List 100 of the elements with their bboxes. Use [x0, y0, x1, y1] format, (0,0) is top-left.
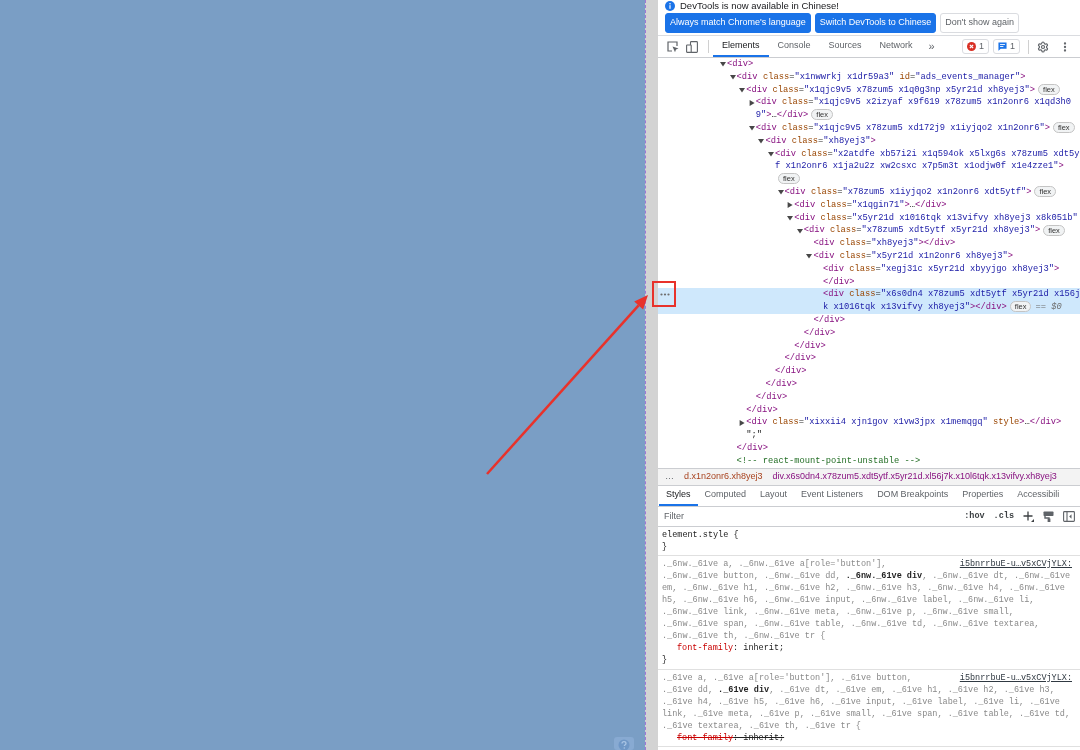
style-toggle-button[interactable]: .cls	[993, 509, 1014, 523]
sidebar-tab[interactable]: Computed	[697, 485, 754, 506]
html-tag[interactable]: <div class="x6s0dn4 x78zum5 xdt5ytf x5yr21d x156j	[823, 289, 1080, 300]
sidebar-tab[interactable]: Accessibili	[1010, 485, 1067, 506]
sidebar-tab[interactable]: DOM Breakpoints	[870, 485, 956, 506]
source-link[interactable]: i5bnrrbuE-u…v5xCVjYLX:	[959, 557, 1072, 570]
breadcrumb-scroll-button[interactable]: …	[665, 469, 674, 484]
tree-row[interactable]: <div class="xh8yej3"></div>	[658, 237, 1080, 250]
closing-tag[interactable]: </div>	[803, 327, 836, 338]
panel-tab[interactable]: Elements	[713, 36, 769, 57]
closing-tag[interactable]: </div>	[813, 314, 845, 325]
html-tag[interactable]: <div class="x2atdfe xb57i2i x1q594ok x5lxg6s x78zum5 xdt5y	[775, 148, 1080, 159]
panel-tab[interactable]: Console	[768, 36, 820, 57]
html-tag[interactable]: <div class="x5yr21d x1016tqk x13vifvy xh8yej3 x8k051b"	[794, 212, 1078, 223]
issue-counter-button[interactable]: 1	[961, 39, 989, 54]
caret-down-icon[interactable]	[739, 87, 746, 93]
panel-tab[interactable]: Sources	[819, 36, 871, 57]
sidebar-tab[interactable]: Layout	[753, 485, 795, 506]
caret-down-icon[interactable]	[758, 138, 765, 145]
inspect-element-icon[interactable]	[667, 40, 679, 53]
css-selector: ._6nw._61ve button, ._6nw._61ve dd, ._6nw._61ve div, ._6nw._61ve dt, ._6nw._61ve	[662, 569, 1071, 582]
caret-down-icon[interactable]	[720, 61, 726, 68]
caret-down-icon[interactable]	[748, 125, 755, 132]
infobar-button[interactable]: Always match Chrome's language	[665, 13, 811, 33]
element-style-selector: element.style {	[662, 529, 739, 540]
sidebar-tab[interactable]: Event Listeners	[794, 485, 871, 506]
html-comment[interactable]: <!-- react-mount-point-unstable -->	[736, 455, 921, 466]
html-tag[interactable]: k x1016tqk x13vifvy xh8yej3"></div>	[823, 302, 1007, 313]
infobar-button[interactable]: Switch DevTools to Chinese	[814, 13, 937, 33]
caret-down-icon[interactable]	[796, 227, 803, 234]
css-selector: ._61ve dd, ._61ve div, ._61ve dt, ._61ve em, ._61ve h1, ._61ve h2, ._61ve h3,	[662, 683, 1055, 696]
tree-row[interactable]: <div class="xegj31c x5yr21d xbyyjgo xh8yej3">	[658, 262, 1080, 276]
style-toggle-button[interactable]: :hov	[964, 509, 985, 523]
sidebar-tab[interactable]: Properties	[955, 485, 1011, 506]
annotation-box	[652, 281, 676, 307]
caret-right-icon[interactable]	[739, 419, 746, 426]
closing-tag[interactable]: </div>	[736, 442, 769, 453]
caret-right-icon[interactable]	[748, 99, 755, 106]
html-tag[interactable]: <div class="x78zum5 x1iyjqo2 x1n2onr6 xdt5ytf">	[784, 186, 1032, 197]
css-selector: ._61ve textarea, ._61ve th, ._61ve tr {	[662, 719, 861, 732]
closing-tag[interactable]: </div>	[755, 391, 788, 402]
breadcrumb[interactable]: d.x1n2onr6.xh8yej3	[684, 469, 763, 484]
closing-brace: }	[662, 541, 668, 552]
caret-down-icon[interactable]	[787, 214, 794, 221]
caret-down-icon[interactable]	[729, 74, 736, 81]
tree-row[interactable]: <div class="xixxii4 xjn1gov x1vw3jpx x1memqgq" style>…</div>	[658, 416, 1080, 430]
issue-counter-button[interactable]: 1	[993, 39, 1020, 54]
tree-row[interactable]: ";"	[658, 429, 1080, 442]
tree-row[interactable]: <div class="x5yr21d x1016tqk x13vifvy xh8yej3 x8k051b"	[658, 211, 1080, 225]
closing-tag[interactable]: </div>	[775, 366, 807, 377]
caret-down-icon[interactable]	[768, 150, 774, 157]
html-tag[interactable]: <div class="x78zum5 xdt5ytf x5yr21d xh8yej3">	[803, 225, 1041, 236]
tree-row[interactable]: <div class="x5yr21d x1n2onr6 xh8yej3">	[658, 249, 1080, 263]
message-icon	[998, 42, 1007, 51]
html-tag[interactable]: <div class="x1qjc9v5 x78zum5 x1q0g3np x5yr21d xh8yej3">	[746, 84, 1036, 95]
css-declaration[interactable]: font-family: inherit;	[677, 643, 785, 654]
tree-row[interactable]: <div>	[658, 58, 1080, 71]
css-selector: ._6nw._61ve link, ._6nw._61ve meta, ._6nw._61ve p, ._6nw._61ve small,	[662, 606, 1014, 619]
closing-tag[interactable]: </div>	[823, 276, 855, 287]
css-selector: ._6nw._61ve a, ._6nw._61ve a[role='button'],	[662, 557, 887, 570]
html-tag[interactable]: f x1n2onr6 x1ja2u2z xw2csxc x7p5m3t x1odjw0f x1e4zze1">	[775, 161, 1064, 172]
closing-tag[interactable]: </div>	[784, 353, 817, 364]
html-tag[interactable]: <div class="x1nwwrkj x1dr59a3" id="ads_events_manager">	[736, 71, 1026, 82]
tree-row[interactable]: <div class="xh8yej3">	[658, 134, 1080, 148]
html-tag[interactable]: <div class="xixxii4 xjn1gov x1vw3jpx x1memqgq" style>…</div>	[746, 417, 1062, 428]
breadcrumb[interactable]: div.x6s0dn4.x78zum5.xdt5ytf.x5yr21d.xl56j7k.x10l6tqk.x13vifvy.xh8yej3	[772, 469, 1057, 484]
new-style-rule-icon[interactable]	[1023, 510, 1034, 522]
html-tag[interactable]: <div>	[727, 59, 754, 69]
caret-right-icon[interactable]	[787, 202, 794, 209]
tree-row[interactable]: <!-- react-mount-point-unstable -->	[658, 454, 1080, 468]
text-node[interactable]: ";"	[746, 430, 762, 441]
panel-tab[interactable]: Network	[870, 36, 922, 57]
settings-icon[interactable]	[1037, 40, 1049, 53]
infobar-button[interactable]: Don't show again	[940, 13, 1020, 33]
css-selector: em, ._6nw._61ve h1, ._6nw._61ve h2, ._6nw._61ve h3, ._6nw._61ve h4, ._6nw._61ve	[662, 581, 1065, 594]
html-tag[interactable]: <div class="x1qgin71">…</div>	[794, 199, 947, 210]
infobar-message: DevTools is now available in Chinese!	[680, 0, 839, 11]
device-toolbar-icon[interactable]	[686, 40, 698, 53]
html-tag[interactable]: <div class="xh8yej3">	[765, 135, 876, 146]
caret-down-icon[interactable]	[777, 189, 784, 196]
ellipsis-icon[interactable]	[660, 293, 670, 297]
closing-tag[interactable]: </div>	[765, 378, 797, 389]
html-tag[interactable]: <div class="xegj31c x5yr21d xbyyjgo xh8yej3">	[823, 263, 1060, 274]
html-tag[interactable]: <div class="x5yr21d x1n2onr6 xh8yej3">	[813, 250, 1013, 261]
sidebar-tab[interactable]: Styles	[659, 485, 698, 506]
caret-down-icon[interactable]	[806, 253, 813, 260]
closing-tag[interactable]: </div>	[794, 340, 826, 351]
css-selector: ._61ve a, ._61ve a[role='button'], ._61ve button,	[662, 671, 912, 684]
html-tag[interactable]: <div class="x1qjc9v5 x78zum5 xd172j9 x1iyjqo2 x1n2onr6">	[755, 123, 1050, 133]
tree-row[interactable]: <div class="x1nwwrkj x1dr59a3" id="ads_events_manager">	[658, 70, 1080, 84]
closing-tag[interactable]: </div>	[746, 404, 778, 415]
css-declaration[interactable]: font-family: inherit;	[677, 733, 785, 743]
source-link[interactable]: i5bnrrbuE-u…v5xCVjYLX:	[959, 671, 1072, 684]
sidebar-toggle-icon[interactable]	[1063, 510, 1075, 522]
html-tag[interactable]: <div class="xh8yej3"></div>	[813, 238, 956, 249]
paint-roller-icon[interactable]	[1043, 510, 1054, 522]
tree-row[interactable]: <div class="x1qgin71">…</div>	[658, 198, 1080, 212]
html-tag[interactable]: 9">…</div>	[755, 110, 809, 121]
html-tag[interactable]: <div class="x1qjc9v5 x2izyaf x9f619 x78zum5 x1n2onr6 x1qd3h0	[755, 97, 1071, 108]
more-tabs-button[interactable]: »	[921, 36, 942, 57]
